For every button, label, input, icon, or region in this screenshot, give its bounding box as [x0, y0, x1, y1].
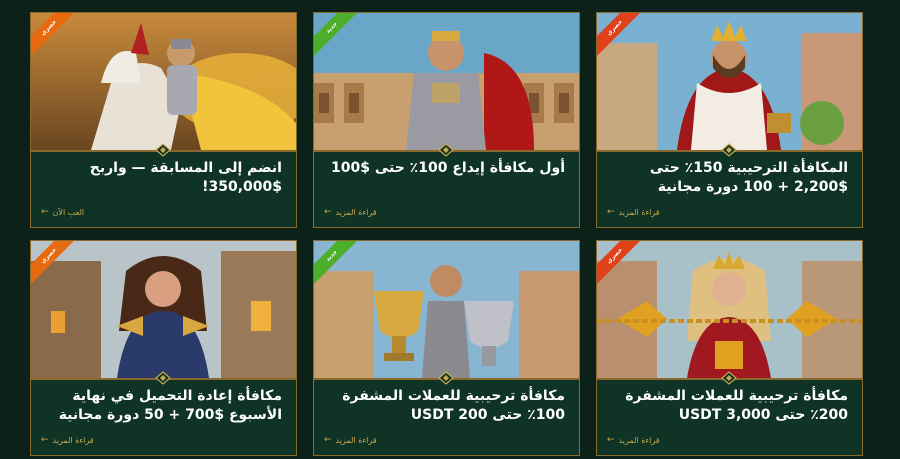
promo-title: مكافأة إعادة التحميل في نهاية الأسبوع $7…: [58, 388, 282, 423]
promo-card-warrior[interactable]: حصري مكافأة إعادة التحميل في نهاية الأسب…: [30, 240, 297, 456]
diamond-emblem-icon: [155, 143, 171, 157]
diamond-emblem-icon: [155, 371, 171, 385]
promo-link-label: قراءة المزيد: [335, 207, 377, 217]
promo-link-label: قراءة المزيد: [618, 207, 660, 217]
promo-link-read-more[interactable]: ← قراءة المزيد: [607, 207, 660, 217]
promo-card-trophies[interactable]: جديد مكافأة ترحيبية للعملات المشفرة 100٪…: [313, 240, 580, 456]
promo-image-gladiator: [314, 13, 579, 150]
promo-link-read-more[interactable]: ← قراءة المزيد: [41, 435, 94, 445]
promo-image-warrior: [31, 241, 296, 378]
arrow-left-icon: ←: [41, 207, 49, 217]
promo-title: مكافأة ترحيبية للعملات المشفرة 100٪ حتى …: [342, 388, 565, 423]
promo-image-king: [597, 13, 862, 150]
promo-link-label: قراءة المزيد: [618, 435, 660, 445]
promo-link-read-more[interactable]: ← قراءة المزيد: [607, 435, 660, 445]
promo-link-play-now[interactable]: ← العب الآن: [41, 207, 84, 217]
promo-image-knight: [31, 13, 296, 150]
promo-title: المكافأة الترحيبية 150٪ حتى $2,200 + 100…: [649, 160, 848, 195]
diamond-emblem-icon: [721, 371, 737, 385]
promo-card-queen[interactable]: حصري مكافأة ترحيبية للعملات المشفرة 200٪…: [596, 240, 863, 456]
promo-image-trophies: [314, 241, 579, 378]
arrow-left-icon: ←: [607, 207, 615, 217]
promo-link-read-more[interactable]: ← قراءة المزيد: [324, 207, 377, 217]
diamond-emblem-icon: [438, 143, 454, 157]
arrow-left-icon: ←: [41, 435, 49, 445]
promo-image-queen: [597, 241, 862, 378]
promo-link-label: قراءة المزيد: [335, 435, 377, 445]
promo-title: أول مكافأة إيداع 100٪ حتى $100: [330, 160, 565, 176]
diamond-emblem-icon: [721, 143, 737, 157]
promo-card-king[interactable]: حصري المكافأة الترحيبية 150٪ حتى $2,200 …: [596, 12, 863, 228]
promo-link-label: قراءة المزيد: [52, 435, 94, 445]
promo-title: انضم إلى المسابقة — واربح $350,000!: [89, 160, 282, 195]
promotions-grid: حصري انضم إلى المسابقة — واربح $350,000!…: [0, 0, 900, 459]
promo-card-gladiator[interactable]: جديد أول مكافأة إيداع 100٪ حتى $100 ← قر…: [313, 12, 580, 228]
arrow-left-icon: ←: [324, 435, 332, 445]
promo-link-label: العب الآن: [52, 207, 85, 217]
diamond-emblem-icon: [438, 371, 454, 385]
arrow-left-icon: ←: [607, 435, 615, 445]
promo-link-read-more[interactable]: ← قراءة المزيد: [324, 435, 377, 445]
promo-card-knight[interactable]: حصري انضم إلى المسابقة — واربح $350,000!…: [30, 12, 297, 228]
promo-title: مكافأة ترحيبية للعملات المشفرة 200٪ حتى …: [625, 388, 848, 423]
arrow-left-icon: ←: [324, 207, 332, 217]
